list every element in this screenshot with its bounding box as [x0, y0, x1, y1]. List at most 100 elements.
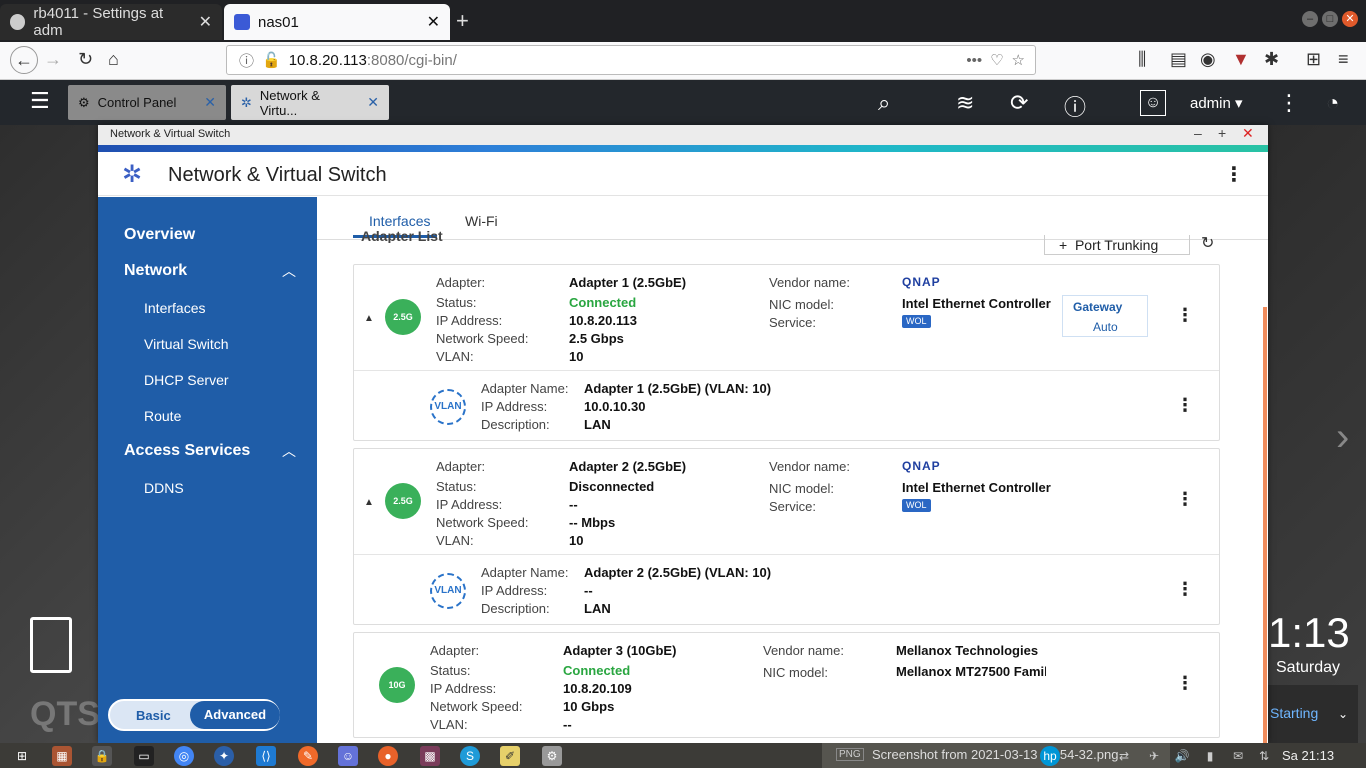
- sidebar-item-dhcp-server[interactable]: DHCP Server: [144, 372, 229, 388]
- sidebar-item-access-services[interactable]: Access Services: [124, 442, 250, 460]
- apps-grid-icon[interactable]: ⊞: [12, 746, 32, 766]
- new-tab-icon[interactable]: +: [456, 8, 469, 34]
- trash-icon[interactable]: [30, 617, 72, 673]
- vlan-value: 10: [569, 533, 584, 548]
- more-options-icon[interactable]: ⋮: [1278, 90, 1300, 116]
- chevron-up-icon[interactable]: ︿: [282, 441, 296, 461]
- close-window-icon[interactable]: ✕: [1342, 11, 1358, 27]
- more-options-icon[interactable]: ⋮: [1176, 673, 1194, 694]
- mail-icon[interactable]: ✉: [1228, 746, 1248, 766]
- port-trunking-label: Port Trunking: [1074, 237, 1159, 253]
- close-icon[interactable]: ✕: [1242, 125, 1254, 142]
- sidebar-item-interfaces[interactable]: Interfaces: [144, 300, 205, 316]
- mode-basic[interactable]: Basic: [136, 708, 171, 723]
- notes-icon[interactable]: ✐: [500, 746, 520, 766]
- sidebar-item-overview[interactable]: Overview: [124, 226, 195, 244]
- adapter-card: ▲ 2.5G Adapter: Status: IP Address: Netw…: [353, 448, 1220, 625]
- airplane-icon[interactable]: ✈: [1144, 746, 1164, 766]
- network-status-icon[interactable]: ⇅: [1254, 746, 1274, 766]
- user-icon[interactable]: ☺: [1140, 90, 1166, 116]
- scrollbar[interactable]: [1263, 307, 1267, 743]
- user-menu[interactable]: admin ▾: [1190, 94, 1243, 112]
- more-options-icon[interactable]: ⋮: [1176, 395, 1194, 416]
- more-options-icon[interactable]: ⋮: [1176, 579, 1194, 600]
- info-icon[interactable]: ⓘ: [239, 50, 254, 71]
- vendor-label: Vendor name:: [763, 643, 844, 658]
- chevron-up-icon[interactable]: ︿: [282, 261, 296, 281]
- qts-tab-control-panel[interactable]: ⚙ Control Panel ✕: [68, 85, 226, 120]
- discord-icon[interactable]: ☺: [338, 746, 358, 766]
- port-trunking-button[interactable]: + Port Trunking: [1044, 235, 1190, 255]
- settings-icon[interactable]: ⚙: [542, 746, 562, 766]
- collapse-icon[interactable]: ▲: [364, 313, 374, 324]
- url-bar[interactable]: ⓘ 🔓 10.8.20.113:8080/cgi-bin/ ••• ♡ ☆: [226, 45, 1036, 75]
- hp-icon[interactable]: hp: [1040, 746, 1060, 766]
- reload-icon[interactable]: ↻: [78, 49, 93, 70]
- pocket-icon[interactable]: ♡: [990, 51, 1003, 69]
- chrome-icon[interactable]: ◎: [174, 746, 194, 766]
- back-icon[interactable]: ←: [10, 46, 38, 74]
- browser-tab-nas01[interactable]: nas01 ✕: [224, 4, 450, 40]
- refresh-icon[interactable]: ↻: [1201, 233, 1214, 253]
- sidebar-item-ddns[interactable]: DDNS: [144, 480, 184, 496]
- menu-icon[interactable]: ≡: [1338, 49, 1349, 70]
- sidebar-icon[interactable]: ▤: [1170, 49, 1187, 70]
- adapter-value: Adapter 2 (2.5GbE): [569, 459, 687, 474]
- gateway-badge[interactable]: Gateway Auto: [1062, 295, 1148, 337]
- apps-grid-icon[interactable]: ⊞: [1306, 49, 1321, 70]
- home-icon[interactable]: ⌂: [108, 49, 119, 70]
- forward-icon[interactable]: →: [44, 49, 62, 70]
- background-tasks-icon[interactable]: ≋: [956, 90, 974, 116]
- sidebar-item-route[interactable]: Route: [144, 408, 181, 424]
- tab-interfaces[interactable]: Interfaces: [369, 213, 430, 229]
- sidebar-item-virtual-switch[interactable]: Virtual Switch: [144, 336, 229, 352]
- library-icon[interactable]: ⫼: [1138, 49, 1146, 70]
- main-menu-icon[interactable]: ☰: [30, 88, 50, 114]
- close-tab-icon[interactable]: ✕: [199, 12, 212, 32]
- tab-wifi[interactable]: Wi-Fi: [465, 213, 498, 229]
- sidebar-item-network[interactable]: Network: [124, 262, 187, 280]
- minimize-icon[interactable]: –: [1194, 125, 1202, 141]
- brush-icon[interactable]: ✎: [298, 746, 318, 766]
- minimize-window-icon[interactable]: –: [1302, 11, 1318, 27]
- extension2-icon[interactable]: ✱: [1264, 49, 1279, 70]
- battery-icon[interactable]: ▮: [1200, 746, 1220, 766]
- close-tab-icon[interactable]: ✕: [427, 12, 440, 32]
- account-icon[interactable]: ◉: [1200, 49, 1216, 70]
- more-options-icon[interactable]: ⋮: [1176, 305, 1194, 326]
- sync-icon[interactable]: ⟳: [1010, 90, 1028, 116]
- skype-icon[interactable]: S: [460, 746, 480, 766]
- next-page-icon[interactable]: ›: [1336, 415, 1349, 460]
- ip-value: 10.0.10.30: [584, 399, 646, 414]
- network-icon[interactable]: ⇄: [1114, 746, 1134, 766]
- speed-value: 2.5 Gbps: [569, 331, 624, 346]
- close-icon[interactable]: ✕: [367, 94, 379, 111]
- dashboard-icon[interactable]: ◔: [1326, 90, 1339, 116]
- collapse-icon[interactable]: ▲: [364, 497, 374, 508]
- files-icon[interactable]: ▦: [52, 746, 72, 766]
- more-options-icon[interactable]: ⋮: [1224, 162, 1244, 187]
- info-icon[interactable]: ⓘ: [1064, 90, 1086, 122]
- close-icon[interactable]: ✕: [204, 94, 216, 111]
- maximize-icon[interactable]: +: [1218, 125, 1226, 141]
- page-actions-icon[interactable]: •••: [966, 52, 982, 69]
- volume-icon[interactable]: 🔊: [1172, 746, 1192, 766]
- image-viewer-icon[interactable]: ▩: [420, 746, 440, 766]
- maximize-window-icon[interactable]: □: [1322, 11, 1338, 27]
- terminal-icon[interactable]: ▭: [134, 746, 154, 766]
- firefox-icon[interactable]: ●: [378, 746, 398, 766]
- bookmark-star-icon[interactable]: ☆: [1012, 51, 1025, 69]
- lock-icon[interactable]: 🔒: [92, 746, 112, 766]
- browser-tab-rb4011[interactable]: rb4011 - Settings at adm ✕: [0, 4, 222, 40]
- app-icon[interactable]: ✦: [214, 746, 234, 766]
- vlan-value: 10: [569, 349, 584, 364]
- search-icon[interactable]: ⌕: [878, 90, 890, 116]
- extension-icon[interactable]: ▼: [1232, 49, 1250, 70]
- qts-tab-network[interactable]: ✲ Network & Virtu... ✕: [231, 85, 389, 120]
- mode-advanced[interactable]: Advanced: [190, 701, 280, 729]
- mode-toggle[interactable]: Basic Advanced: [108, 699, 280, 731]
- vscode-icon[interactable]: ⟨⟩: [256, 746, 276, 766]
- speed-label: Network Speed:: [436, 331, 529, 346]
- more-options-icon[interactable]: ⋮: [1176, 489, 1194, 510]
- chevron-down-icon[interactable]: ⌄: [1338, 707, 1348, 721]
